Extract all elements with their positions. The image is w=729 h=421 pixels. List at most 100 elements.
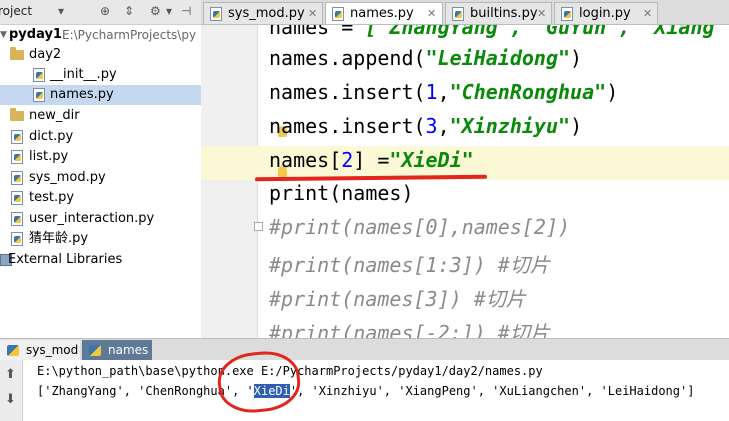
run-tab-names[interactable]: names [82, 340, 152, 361]
tree-item-label: new_dir [29, 108, 80, 123]
code-token: = [329, 25, 366, 39]
close-icon[interactable]: ✕ [643, 3, 652, 25]
python-file-icon [11, 212, 23, 226]
code-line: names.insert(1,"ChenRonghua") [269, 80, 618, 104]
tree-item-label: day2 [29, 47, 62, 62]
tree-item-label: test.py [29, 190, 75, 205]
arrow-down-icon[interactable]: ⬇ [5, 392, 16, 407]
project-view-label[interactable]: roject [0, 4, 32, 18]
close-icon[interactable]: ✕ [308, 3, 317, 25]
tab-label: builtins.py [470, 6, 538, 21]
output-text: ', 'Xinzhiyu', 'XiangPeng', 'XuLiangchen… [289, 384, 695, 398]
tree-item-path: E:\PycharmProjects\py [62, 28, 197, 42]
code-token: print(names) [269, 181, 414, 205]
code-token: ) [570, 46, 583, 70]
tree-item-label: list.py [29, 149, 69, 164]
code-token: "ChenRonghua" [449, 80, 607, 104]
run-tab-bar: sys_mod names [0, 338, 729, 361]
editor-tab-bar: sys_mod.py ✕ names.py ✕ builtins.py ✕ lo… [201, 0, 729, 25]
code-token: "Xinzhiyu" [449, 114, 571, 138]
tree-item-label: dict.py [29, 129, 74, 144]
run-tab-sys-mod[interactable]: sys_mod [0, 340, 80, 361]
console-output-line: ['ZhangYang', 'ChenRonghua', 'XieDi', 'X… [37, 384, 694, 398]
python-file-icon [332, 7, 344, 21]
python-file-icon [561, 7, 573, 21]
code-token: names[ [269, 148, 342, 172]
fold-marker-icon[interactable] [254, 222, 263, 231]
python-file-icon [33, 68, 45, 82]
gear-icon[interactable]: ⚙ [150, 4, 161, 18]
python-file-icon [11, 171, 23, 185]
code-token: #print(names[3]) #切片 [269, 287, 526, 311]
code-token: "LeiHaidong" [425, 46, 571, 70]
code-line: #print(names[0],names[2]) [269, 215, 570, 239]
scroll-from-source-icon[interactable]: ⊕ [100, 4, 110, 18]
close-icon[interactable]: ✕ [537, 3, 546, 25]
run-console[interactable]: ⬆ ⬇ E:\python_path\base\python.exe E:/Py… [0, 360, 729, 421]
tab-label: login.py [579, 6, 631, 21]
code-token: names.insert( [269, 80, 426, 104]
tab-names[interactable]: names.py ✕ [325, 2, 443, 24]
arrow-up-icon[interactable]: ⬆ [5, 367, 16, 382]
code-token: #print(names[0],names[2]) [269, 215, 571, 239]
tab-builtins[interactable]: builtins.py ✕ [445, 2, 552, 24]
code-line: #print(names[1:3]) #切片 [269, 249, 550, 278]
project-panel: roject ▾ ⊕ ⇕ ⚙ ▾ ⊣ ▼ pyday1 E:\PycharmPr… [0, 0, 202, 338]
tab-login[interactable]: login.py ✕ [554, 2, 658, 24]
tree-item-names[interactable]: names.py [0, 85, 201, 105]
python-file-icon [452, 7, 464, 21]
code-token: #print(names[1:3]) #切片 [269, 253, 550, 277]
code-token: 3 [425, 114, 438, 138]
expand-arrow-icon[interactable]: ▼ [0, 25, 7, 45]
code-line: #print(names[-2:]) #切片 [269, 317, 550, 338]
code-token: 2 [341, 148, 354, 172]
code-token: ["ZhangYang", "GuYun", "Xiang [365, 25, 715, 39]
chevron-down-icon[interactable]: ▾ [58, 4, 64, 18]
python-file-icon [11, 130, 23, 144]
code-token: , [437, 114, 450, 138]
tree-item-label: pyday1 [9, 27, 62, 42]
python-file-icon [11, 191, 23, 205]
code-token: names.insert( [269, 114, 426, 138]
code-token: ) [606, 80, 619, 104]
folder-icon [10, 108, 24, 121]
tree-item-label: user_interaction.py [29, 211, 155, 226]
python-run-icon [89, 345, 101, 356]
code-line: names = ["ZhangYang", "GuYun", "Xiang [269, 25, 715, 39]
editor-gutter [201, 25, 258, 338]
hide-icon[interactable]: ⊣ [181, 4, 191, 18]
code-line: names.append("LeiHaidong") [269, 46, 582, 70]
python-file-icon [210, 7, 222, 21]
code-editor[interactable]: names = ["ZhangYang", "GuYun", "Xiang na… [201, 25, 729, 338]
tab-label: sys_mod.py [228, 6, 305, 21]
code-token: , [437, 80, 450, 104]
tree-item-label: names.py [50, 87, 114, 102]
code-token: 1 [425, 80, 438, 104]
tree-item-label: __init__.py [50, 67, 117, 82]
python-file-icon [11, 232, 23, 246]
tree-item-label: 猜年龄.py [29, 231, 89, 246]
code-token: ) [570, 114, 583, 138]
code-token: names [269, 25, 330, 39]
tree-item-label: sys_mod.py [29, 170, 106, 185]
code-token: names.append( [269, 46, 426, 70]
console-toolbar: ⬆ ⬇ [0, 360, 23, 421]
chevron-down-icon[interactable]: ▾ [166, 4, 172, 18]
code-token: "XieDi" [389, 148, 474, 172]
code-line: names.insert(3,"Xinzhiyu") [269, 114, 582, 138]
code-line: #print(names[3]) #切片 [269, 283, 526, 312]
run-tab-label: names [108, 343, 149, 357]
project-toolbar: roject ▾ ⊕ ⇕ ⚙ ▾ ⊣ [0, 0, 201, 25]
tree-item-label: External Libraries [8, 252, 123, 267]
python-file-icon [11, 150, 23, 164]
folder-icon [10, 47, 24, 60]
python-run-icon [7, 345, 19, 356]
code-line: names[2] ="XieDi" [269, 148, 474, 172]
collapse-all-icon[interactable]: ⇕ [124, 4, 134, 18]
code-line: print(names) [269, 181, 414, 205]
tab-sys-mod[interactable]: sys_mod.py ✕ [203, 2, 323, 24]
tab-label: names.py [350, 6, 414, 21]
code-token: #print(names[-2:]) #切片 [269, 321, 550, 338]
python-file-icon [33, 88, 45, 102]
close-icon[interactable]: ✕ [427, 3, 436, 25]
